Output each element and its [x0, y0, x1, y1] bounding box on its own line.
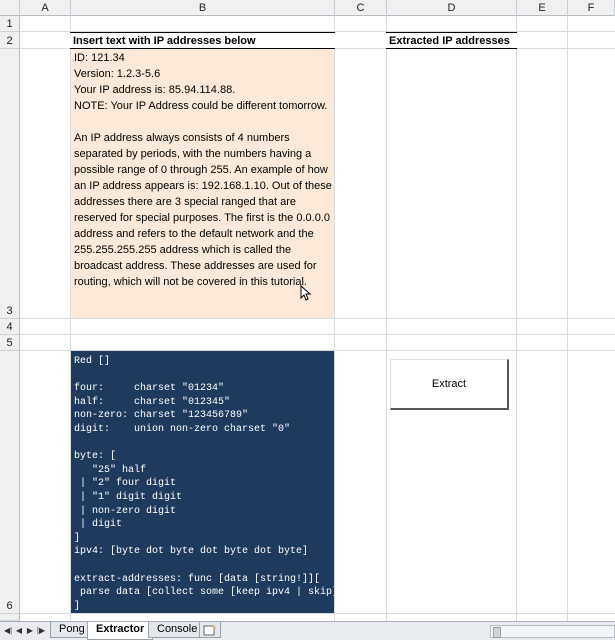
code-line: half: charset "012345" — [74, 396, 231, 408]
select-all-corner[interactable] — [0, 0, 20, 16]
input-header-cell[interactable]: Insert text with IP addresses below — [70, 32, 335, 49]
column-header-d[interactable]: D — [387, 0, 517, 16]
row-header-2[interactable]: 2 — [0, 32, 20, 49]
code-line: | "1" digit digit — [74, 491, 183, 503]
output-header-cell[interactable]: Extracted IP addresses — [386, 32, 517, 49]
sheet-tab-console[interactable]: Console — [148, 622, 207, 638]
last-sheet-icon[interactable]: |▶ — [36, 625, 46, 637]
row-header-6[interactable]: 6 — [0, 351, 20, 614]
input-text-line: NOTE: Your IP Address could be different… — [74, 100, 328, 112]
row-header-7[interactable] — [0, 614, 20, 621]
code-line: Red [] — [74, 356, 111, 367]
code-cell[interactable]: Red [] four: charset "01234" half: charset… — [71, 351, 334, 613]
input-text-cell[interactable]: ID: 121.34 Version: 1.2.3-5.6 Your IP addr… — [71, 49, 334, 318]
row-header-3[interactable]: 3 — [0, 49, 20, 319]
code-line: | "2" four digit — [74, 478, 177, 490]
code-line: extract-addresses: func [data [string!]]… — [74, 573, 321, 585]
input-text-line: possible range of 0 through 255. An exam… — [74, 164, 328, 176]
column-header-e[interactable]: E — [517, 0, 568, 16]
code-line: ipv4: [byte dot byte dot byte dot byte] — [74, 546, 309, 558]
column-header-row: A B C D E F — [0, 0, 615, 16]
scroll-thumb[interactable] — [493, 627, 501, 638]
input-text-line: separated by periods, with the numbers h… — [74, 148, 312, 160]
input-text-line — [74, 114, 331, 130]
column-header-b[interactable]: B — [71, 0, 335, 16]
gridline — [20, 613, 615, 614]
code-line: | non-zero digit — [74, 505, 177, 517]
gridline — [20, 318, 615, 319]
column-header-c[interactable]: C — [335, 0, 387, 16]
input-text-line: address and refers to the default networ… — [74, 228, 314, 240]
first-sheet-icon[interactable]: ◀| — [3, 625, 13, 637]
output-cell[interactable] — [387, 49, 516, 318]
next-sheet-icon[interactable]: ▶ — [25, 625, 35, 637]
column-header-a[interactable]: A — [20, 0, 71, 16]
row-header-1[interactable]: 1 — [0, 16, 20, 32]
code-line: ] — [74, 600, 81, 612]
prev-sheet-icon[interactable]: ◀ — [14, 625, 24, 637]
gridline — [20, 334, 615, 335]
row-header-4[interactable]: 4 — [0, 319, 20, 335]
insert-sheet-icon[interactable] — [199, 622, 221, 638]
code-line: ] — [74, 532, 81, 544]
code-line: byte: [ — [74, 451, 117, 463]
code-line: digit: union non-zero charset "0" — [74, 423, 291, 435]
sheet-tab-bar: ◀| ◀ ▶ |▶ Pong Extractor Console — [0, 621, 615, 640]
code-line: parse data [collect some [keep ipv4 | sk… — [74, 587, 334, 599]
input-text-line: Version: 1.2.3-5.6 — [74, 68, 161, 80]
horizontal-scrollbar[interactable] — [490, 625, 615, 638]
input-text-line: Your IP address is: 85.94.114.88. — [74, 84, 236, 96]
input-text-line: an IP address appears is: 192.168.1.10. … — [74, 180, 332, 192]
code-line: four: charset "01234" — [74, 383, 225, 395]
input-text-line: 255.255.255.255 address which is called … — [74, 244, 292, 256]
code-line: non-zero: charset "123456789" — [74, 410, 249, 422]
input-text-line: reserved for special purposes. The first… — [74, 212, 330, 224]
mouse-cursor-icon — [300, 285, 312, 301]
input-text-line: addresses there are 3 special ranged tha… — [74, 196, 296, 208]
code-line: | digit — [74, 519, 123, 531]
input-text-line: broadcast address. These addresses are u… — [74, 260, 317, 272]
row-header-5[interactable]: 5 — [0, 335, 20, 351]
input-text-line: routing, which will not be covered in th… — [74, 276, 307, 288]
extract-button[interactable]: Extract — [390, 359, 509, 410]
input-text-line: ID: 121.34 — [74, 52, 125, 64]
input-text-line: An IP address always consists of 4 numbe… — [74, 132, 290, 144]
sheet-tab-extractor[interactable]: Extractor — [87, 622, 154, 640]
code-line: "25" half — [74, 464, 147, 476]
column-header-f[interactable]: F — [568, 0, 615, 16]
